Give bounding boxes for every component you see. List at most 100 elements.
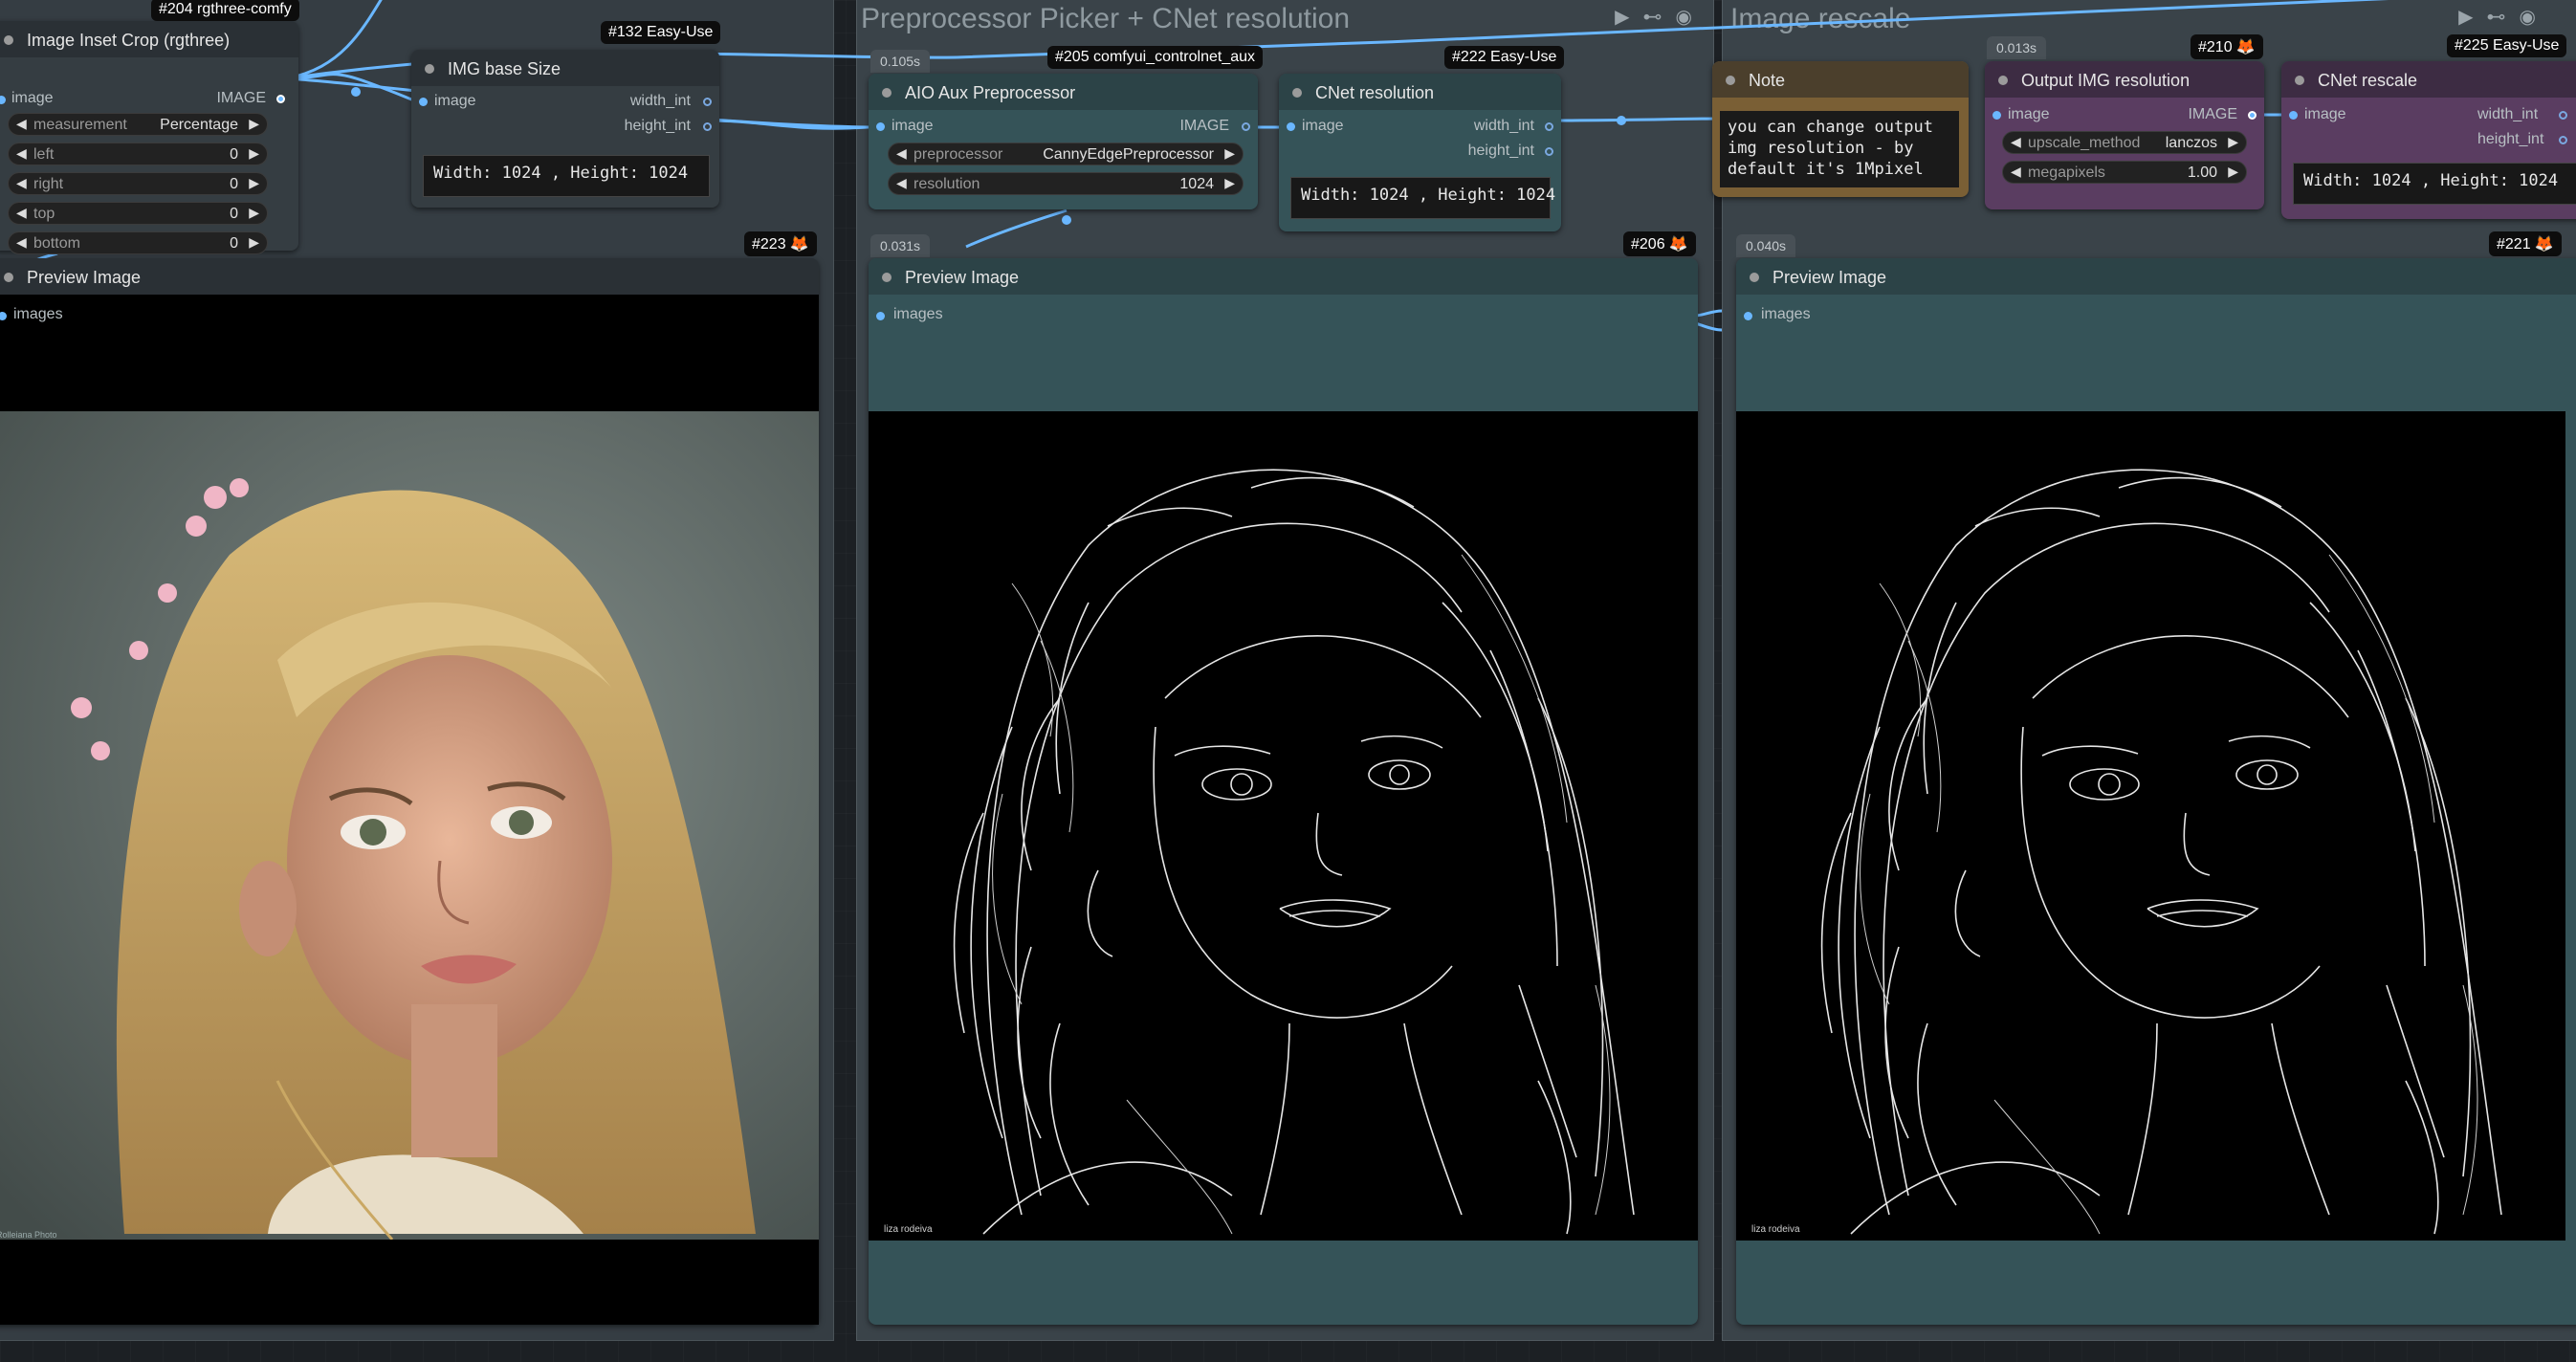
input-port-images[interactable] xyxy=(876,312,885,320)
arrow-left-icon[interactable]: ◀ xyxy=(16,205,27,221)
input-port-image[interactable] xyxy=(1993,111,2001,120)
collapse-dot[interactable] xyxy=(2295,76,2304,85)
node-title: Note xyxy=(1749,71,1786,90)
widget-measurement[interactable]: ◀ measurement Percentage ▶ xyxy=(8,113,268,136)
widget-value: lanczos xyxy=(2165,135,2217,151)
fox-icon: 🦊 xyxy=(789,236,809,253)
input-port-image[interactable] xyxy=(2289,111,2298,120)
play-icon[interactable]: ▶ xyxy=(2458,5,2473,29)
arrow-left-icon[interactable]: ◀ xyxy=(16,234,27,251)
node-title-bar[interactable]: CNet resolution xyxy=(1279,74,1561,110)
widget-megapixels[interactable]: ◀ megapixels 1.00 ▶ xyxy=(2002,161,2247,184)
node-note[interactable]: Note you can change output img resolutio… xyxy=(1712,61,1969,197)
output-port-width[interactable] xyxy=(1545,122,1553,131)
output-port-image[interactable] xyxy=(2248,111,2257,120)
output-label-width: width_int xyxy=(629,93,691,109)
node-title-bar[interactable]: Output IMG resolution xyxy=(1985,61,2264,98)
link-icon[interactable]: ⊷ xyxy=(1643,5,1662,29)
input-port-image[interactable] xyxy=(419,98,428,106)
arrow-left-icon[interactable]: ◀ xyxy=(896,145,907,162)
node-title-bar[interactable]: Preview Image xyxy=(0,258,819,295)
node-title-bar[interactable]: Preview Image xyxy=(1736,258,2576,295)
note-text[interactable]: you can change output img resolution - b… xyxy=(1720,111,1959,187)
arrow-right-icon[interactable]: ▶ xyxy=(1224,175,1235,191)
widget-bottom[interactable]: ◀ bottom 0 ▶ xyxy=(8,231,268,254)
badge-text: #221 xyxy=(2497,236,2531,253)
widget-preprocessor[interactable]: ◀ preprocessor CannyEdgePreprocessor ▶ xyxy=(888,143,1244,165)
input-port-image[interactable] xyxy=(876,122,885,131)
eye-icon[interactable]: ◉ xyxy=(2520,5,2536,29)
arrow-left-icon[interactable]: ◀ xyxy=(16,145,27,162)
widget-label: preprocessor xyxy=(914,146,1003,163)
node-title-bar[interactable]: IMG base Size xyxy=(411,50,719,86)
node-image-inset-crop[interactable]: Image Inset Crop (rgthree) image IMAGE ◀… xyxy=(0,21,298,254)
output-port-height[interactable] xyxy=(2559,136,2567,144)
arrow-left-icon[interactable]: ◀ xyxy=(16,175,27,191)
collapse-dot[interactable] xyxy=(425,64,434,74)
preview-image-area[interactable]: images Rolleiana Photo xyxy=(0,295,819,1325)
widget-upscale-method[interactable]: ◀ upscale_method lanczos ▶ xyxy=(2002,131,2247,154)
arrow-right-icon[interactable]: ▶ xyxy=(249,205,259,221)
group-title[interactable]: Preprocessor Picker + CNet resolution xyxy=(861,3,1350,35)
arrow-right-icon[interactable]: ▶ xyxy=(2228,134,2238,150)
widget-label: top xyxy=(33,206,55,222)
arrow-right-icon[interactable]: ▶ xyxy=(1224,145,1235,162)
collapse-dot[interactable] xyxy=(1750,273,1759,282)
arrow-right-icon[interactable]: ▶ xyxy=(249,175,259,191)
arrow-right-icon[interactable]: ▶ xyxy=(2228,164,2238,180)
node-cnet-resolution[interactable]: CNet resolution image width_int height_i… xyxy=(1279,74,1561,231)
output-port-width[interactable] xyxy=(703,98,712,106)
collapse-dot[interactable] xyxy=(1998,76,2008,85)
node-aio-aux-preprocessor[interactable]: AIO Aux Preprocessor image IMAGE ◀ prepr… xyxy=(869,74,1258,209)
node-cnet-rescale[interactable]: CNet rescale image width_int height_int … xyxy=(2281,61,2576,219)
input-port-images[interactable] xyxy=(0,312,7,320)
widget-top[interactable]: ◀ top 0 ▶ xyxy=(8,202,268,225)
widget-right[interactable]: ◀ right 0 ▶ xyxy=(8,172,268,195)
output-port-image[interactable] xyxy=(1242,122,1250,131)
collapse-dot[interactable] xyxy=(882,88,892,98)
arrow-left-icon[interactable]: ◀ xyxy=(2011,134,2021,150)
size-display: Width: 1024 , Height: 1024 xyxy=(2293,163,2576,205)
output-port-width[interactable] xyxy=(2559,111,2567,120)
node-title-bar[interactable]: Preview Image xyxy=(869,258,1698,295)
node-img-base-size[interactable]: IMG base Size image width_int height_int… xyxy=(411,50,719,208)
collapse-dot[interactable] xyxy=(1726,76,1735,85)
execution-time: 0.105s xyxy=(870,50,931,73)
widget-resolution[interactable]: ◀ resolution 1024 ▶ xyxy=(888,172,1244,195)
input-port-images[interactable] xyxy=(1744,312,1752,320)
node-title-bar[interactable]: AIO Aux Preprocessor xyxy=(869,74,1258,110)
node-title-bar[interactable]: Image Inset Crop (rgthree) xyxy=(0,21,298,57)
node-title-bar[interactable]: CNet rescale xyxy=(2281,61,2576,98)
widget-left[interactable]: ◀ left 0 ▶ xyxy=(8,143,268,165)
collapse-dot[interactable] xyxy=(882,273,892,282)
arrow-right-icon[interactable]: ▶ xyxy=(249,116,259,132)
node-badge: #204 rgthree-comfy xyxy=(151,0,299,21)
node-output-img-resolution[interactable]: Output IMG resolution image IMAGE ◀ upsc… xyxy=(1985,61,2264,209)
output-port-height[interactable] xyxy=(703,122,712,131)
watermark: Rolleiana Photo xyxy=(0,1230,57,1240)
size-display: Width: 1024 , Height: 1024 xyxy=(1290,177,1555,219)
arrow-left-icon[interactable]: ◀ xyxy=(896,175,907,191)
collapse-dot[interactable] xyxy=(4,273,13,282)
arrow-left-icon[interactable]: ◀ xyxy=(16,116,27,132)
arrow-right-icon[interactable]: ▶ xyxy=(249,145,259,162)
note-line: default it's 1Mpixel xyxy=(1728,160,1924,179)
arrow-left-icon[interactable]: ◀ xyxy=(2011,164,2021,180)
arrow-right-icon[interactable]: ▶ xyxy=(249,234,259,251)
collapse-dot[interactable] xyxy=(1292,88,1302,98)
input-port-image[interactable] xyxy=(1287,122,1295,131)
group-title[interactable]: Image rescale xyxy=(1730,3,1910,35)
link-icon[interactable]: ⊷ xyxy=(2487,5,2506,29)
output-port-image[interactable] xyxy=(276,95,285,103)
node-preview-image-middle[interactable]: Preview Image images liza rodeiva xyxy=(869,258,1698,1325)
eye-icon[interactable]: ◉ xyxy=(1676,5,1692,29)
node-preview-image-left[interactable]: Preview Image images Rolleiana Photo xyxy=(0,258,819,1325)
node-title: Preview Image xyxy=(905,268,1020,287)
node-canvas[interactable]: Preprocessor Picker + CNet resolution ▶ … xyxy=(0,0,2576,1362)
output-port-height[interactable] xyxy=(1545,147,1553,156)
play-icon[interactable]: ▶ xyxy=(1615,5,1629,29)
input-port-image[interactable] xyxy=(0,96,6,104)
node-preview-image-right[interactable]: Preview Image images liza rodeiva xyxy=(1736,258,2576,1325)
collapse-dot[interactable] xyxy=(4,35,13,45)
node-title-bar[interactable]: Note xyxy=(1712,61,1969,98)
